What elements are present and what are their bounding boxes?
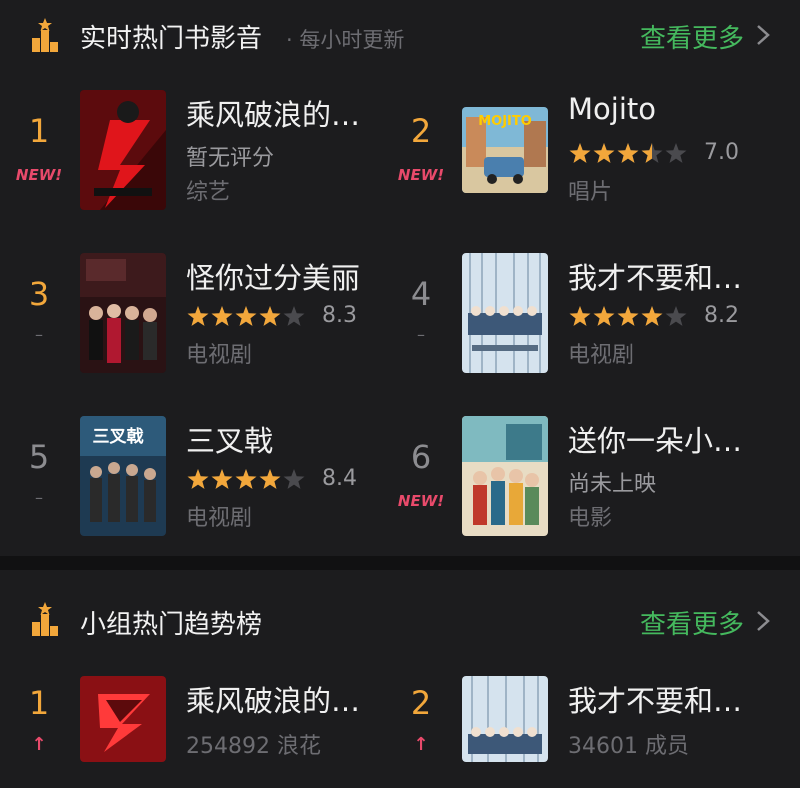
trophy-icon — [32, 18, 58, 52]
item-title[interactable]: Mojito — [568, 92, 768, 126]
trend-dash: – — [417, 325, 425, 344]
view-more-link[interactable]: 查看更多 — [640, 604, 744, 641]
star-icon — [617, 143, 639, 163]
star-icon — [259, 306, 281, 326]
rank-number: 4 — [410, 275, 432, 313]
score: 8.2 — [704, 303, 739, 328]
group-list-item[interactable]: 2 ↑ 我才不要和… 34601 成员 — [392, 676, 772, 766]
star-rating — [187, 469, 305, 489]
group-stat: 254892 浪花 — [186, 734, 321, 759]
poster-image[interactable]: MOJITO — [462, 107, 548, 193]
star-icon — [211, 306, 233, 326]
category-label: 电影 — [568, 506, 613, 531]
item-title[interactable]: 三叉戟 — [186, 418, 386, 460]
star-icon — [259, 469, 281, 489]
poster-image[interactable] — [80, 253, 166, 373]
item-title[interactable]: 送你一朵小… — [568, 418, 768, 460]
poster-image[interactable] — [462, 253, 548, 373]
category-label: 电视剧 — [186, 343, 253, 368]
section-header: 实时热门书影音 · 每小时更新 查看更多 — [0, 0, 800, 70]
star-icon — [569, 143, 591, 163]
item-title[interactable]: 乘风破浪的… — [186, 92, 386, 134]
rating-text: 尚未上映 — [568, 472, 657, 497]
rating-text: 暂无评分 — [186, 146, 275, 171]
view-more-link[interactable]: 查看更多 — [640, 18, 744, 55]
new-badge: NEW! — [397, 166, 445, 184]
trend-up-icon: ↑ — [31, 734, 47, 755]
section-subtitle: · 每小时更新 — [286, 28, 405, 52]
list-item[interactable]: 1 NEW! 乘风破浪的… 暂无评分 综艺 — [10, 90, 390, 214]
star-icon — [235, 469, 257, 489]
item-title[interactable]: 怪你过分美丽 — [186, 255, 386, 297]
star-icon — [211, 469, 233, 489]
group-trending-section: 小组热门趋势榜 查看更多 1 ↑ 乘风破浪的… 254892 浪花 2 ↑ 我才… — [0, 570, 800, 788]
poster-image[interactable] — [462, 416, 548, 536]
section-divider — [0, 556, 800, 570]
category-label: 综艺 — [186, 180, 231, 205]
list-item[interactable]: 3 – 怪你过分美丽 8.3 电视剧 — [10, 253, 390, 377]
star-icon — [283, 469, 305, 489]
item-title[interactable]: 我才不要和… — [568, 255, 768, 297]
star-icon — [187, 469, 209, 489]
poster-image[interactable] — [80, 90, 166, 210]
score: 7.0 — [704, 140, 739, 165]
category-label: 电视剧 — [186, 506, 253, 531]
realtime-hot-section: 实时热门书影音 · 每小时更新 查看更多 1 NEW! 乘风破浪的… 暂无评分 … — [0, 0, 800, 556]
score: 8.3 — [322, 303, 357, 328]
list-item[interactable]: 2 NEW! MOJITO Mojito 7.0 唱片 — [392, 90, 772, 214]
rank-number: 2 — [410, 684, 432, 722]
list-item[interactable]: 4 – 我才不要和… 8.2 电视剧 — [392, 253, 772, 377]
list-item[interactable]: 6 NEW! 送你一朵小… 尚未上映 电影 — [392, 416, 772, 540]
section-title: 实时热门书影音 — [80, 24, 263, 54]
star-icon — [665, 306, 687, 326]
rank-number: 1 — [28, 684, 50, 722]
star-icon — [641, 306, 663, 326]
chevron-right-icon[interactable] — [752, 606, 774, 636]
group-title[interactable]: 乘风破浪的… — [186, 678, 386, 720]
rank-number: 2 — [410, 112, 432, 150]
group-avatar[interactable] — [462, 676, 548, 762]
star-rating — [569, 143, 687, 163]
trend-dash: – — [35, 488, 43, 507]
star-icon — [665, 143, 687, 163]
section-title: 小组热门趋势榜 — [80, 610, 263, 640]
section-header: 小组热门趋势榜 查看更多 — [0, 570, 800, 640]
star-icon — [569, 306, 591, 326]
trophy-icon — [32, 602, 58, 636]
star-icon — [617, 306, 639, 326]
star-icon — [235, 306, 257, 326]
group-stat: 34601 成员 — [568, 734, 689, 759]
poster-text: 三叉戟 — [93, 426, 145, 447]
star-rating — [569, 306, 687, 326]
group-list-item[interactable]: 1 ↑ 乘风破浪的… 254892 浪花 — [10, 676, 390, 766]
poster-text: MOJITO — [478, 114, 532, 129]
new-badge: NEW! — [397, 492, 445, 510]
star-icon — [187, 306, 209, 326]
star-icon — [593, 143, 615, 163]
group-avatar[interactable] — [80, 676, 166, 762]
trend-dash: – — [35, 325, 43, 344]
star-icon — [283, 306, 305, 326]
category-label: 电视剧 — [568, 343, 635, 368]
trend-up-icon: ↑ — [413, 734, 429, 755]
group-title[interactable]: 我才不要和… — [568, 678, 768, 720]
poster-image[interactable]: 三叉戟 — [80, 416, 166, 536]
star-rating — [187, 306, 305, 326]
rank-number: 1 — [28, 112, 50, 150]
star-icon — [593, 306, 615, 326]
chevron-right-icon[interactable] — [752, 20, 774, 50]
category-label: 唱片 — [568, 180, 613, 205]
rank-number: 3 — [28, 275, 50, 313]
list-item[interactable]: 5 – 三叉戟 三叉戟 8.4 电视剧 — [10, 416, 390, 540]
rank-number: 5 — [28, 438, 50, 476]
rank-number: 6 — [410, 438, 432, 476]
new-badge: NEW! — [15, 166, 63, 184]
score: 8.4 — [322, 466, 357, 491]
